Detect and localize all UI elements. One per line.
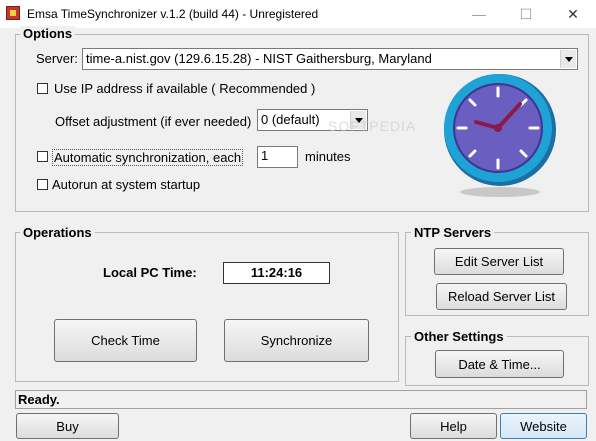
offset-label: Offset adjustment (if ever needed) — [55, 114, 252, 129]
auto-sync-minutes-input[interactable]: 1 — [257, 146, 298, 168]
other-settings-group-title: Other Settings — [411, 329, 507, 344]
buy-button[interactable]: Buy — [16, 413, 119, 439]
autorun-checkbox[interactable] — [37, 179, 48, 190]
minutes-label: minutes — [305, 149, 351, 164]
server-label: Server: — [36, 51, 78, 66]
status-text: Ready. — [18, 392, 60, 407]
use-ip-checkbox[interactable] — [37, 83, 48, 94]
synchronize-button[interactable]: Synchronize — [224, 319, 369, 362]
check-time-button[interactable]: Check Time — [54, 319, 197, 362]
status-bar: Ready. — [15, 390, 587, 409]
edit-server-list-button[interactable]: Edit Server List — [434, 248, 564, 275]
ntp-servers-group-title: NTP Servers — [411, 225, 495, 240]
window-title: Emsa TimeSynchronizer v.1.2 (build 44) -… — [27, 7, 319, 21]
app-icon — [6, 6, 20, 20]
watermark-text: SOFTPEDIA — [328, 118, 417, 134]
chevron-down-icon[interactable] — [560, 50, 576, 68]
server-select-value: time-a.nist.gov (129.6.15.28) - NIST Gai… — [86, 51, 432, 66]
auto-sync-checkbox[interactable] — [37, 151, 48, 162]
options-group-title: Options — [20, 26, 76, 41]
maximize-button[interactable]: ☐ — [503, 0, 549, 28]
operations-group-title: Operations — [20, 225, 95, 240]
clock-icon — [444, 74, 556, 197]
minimize-button[interactable]: — — [456, 0, 502, 28]
auto-sync-label[interactable]: Automatic synchronization, each — [52, 149, 244, 166]
offset-select-value: 0 (default) — [261, 112, 320, 127]
local-time-label: Local PC Time: — [103, 265, 197, 280]
reload-server-list-button[interactable]: Reload Server List — [436, 283, 567, 310]
title-bar: Emsa TimeSynchronizer v.1.2 (build 44) -… — [0, 0, 596, 28]
use-ip-label: Use IP address if available ( Recommende… — [54, 81, 316, 96]
date-time-button[interactable]: Date & Time... — [435, 350, 564, 378]
close-button[interactable]: ✕ — [550, 0, 596, 28]
server-select[interactable]: time-a.nist.gov (129.6.15.28) - NIST Gai… — [82, 48, 578, 70]
local-time-display: 11:24:16 — [223, 262, 330, 284]
website-button[interactable]: Website — [500, 413, 587, 439]
help-button[interactable]: Help — [410, 413, 497, 439]
autorun-label: Autorun at system startup — [52, 177, 201, 192]
